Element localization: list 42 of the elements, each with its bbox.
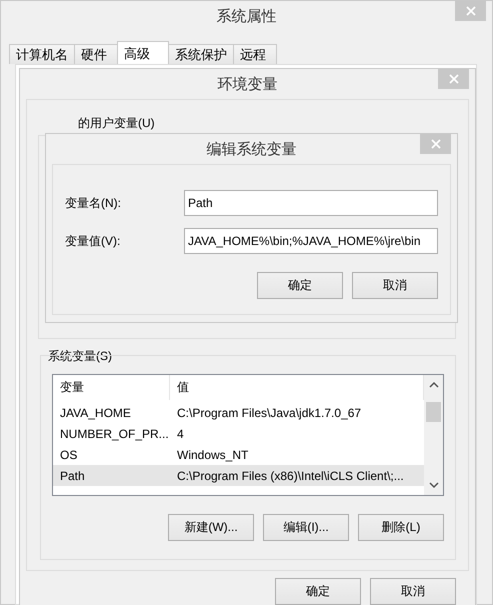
dialog-button[interactable]: 取消 bbox=[352, 272, 438, 299]
window-title: 系统属性 bbox=[216, 6, 276, 26]
scrollbar-thumb[interactable] bbox=[426, 402, 441, 422]
field-label: 变量名(N): bbox=[65, 194, 121, 212]
list-row[interactable]: JAVA_HOME C:\Program Files\Java\jdk1.7.0_67 bbox=[53, 402, 424, 423]
tab[interactable]: 硬件 bbox=[74, 44, 118, 64]
close-button[interactable] bbox=[455, 1, 486, 21]
table-cell-text: Windows_NT bbox=[176, 448, 250, 462]
table-cell-text: NUMBER_OF_PR... bbox=[59, 426, 170, 440]
field-label: 变量值(V): bbox=[65, 232, 120, 250]
dialog-title: 编辑系统变量 bbox=[206, 140, 296, 158]
table-cell-text: C:\Program Files (x86)\Intel\iCLS Client\;... bbox=[176, 468, 405, 482]
close-button[interactable] bbox=[420, 134, 451, 154]
chevron-up-icon[interactable] bbox=[428, 381, 438, 388]
list-row[interactable]: NUMBER_OF_PR... 4 bbox=[53, 423, 424, 444]
close-button[interactable] bbox=[438, 69, 469, 89]
list-row[interactable]: Path C:\Program Files (x86)\Intel\iCLS Client\;... bbox=[53, 465, 424, 486]
table-cell-text: Path bbox=[59, 468, 86, 482]
table-cell-text: OS bbox=[59, 448, 78, 462]
close-icon bbox=[448, 74, 458, 84]
close-icon bbox=[430, 139, 440, 149]
tab[interactable]: 高级 bbox=[117, 41, 169, 64]
dialog-button[interactable]: 确定 bbox=[275, 578, 361, 605]
input-field[interactable]: JAVA_HOME%\bin;%JAVA_HOME%\jre\bin bbox=[184, 228, 438, 254]
chevron-down-icon[interactable] bbox=[428, 482, 438, 489]
input-field[interactable]: Path bbox=[184, 190, 438, 216]
list-row[interactable]: OS Windows_NT bbox=[53, 444, 424, 465]
tab[interactable]: 计算机名 bbox=[9, 44, 75, 64]
scrollbar[interactable] bbox=[424, 375, 443, 495]
table-cell-text: JAVA_HOME bbox=[59, 406, 132, 420]
action-button[interactable]: 删除(L) bbox=[358, 514, 444, 541]
action-button[interactable]: 编辑(I)... bbox=[263, 514, 349, 541]
tab[interactable]: 远程 bbox=[233, 44, 277, 64]
tab[interactable]: 系统保护 bbox=[168, 44, 234, 64]
close-icon bbox=[466, 6, 476, 16]
group-label: 的用户变量(U) bbox=[78, 115, 155, 132]
dialog-button[interactable]: 确定 bbox=[257, 272, 343, 299]
table-cell-text: C:\Program Files\Java\jdk1.7.0_67 bbox=[176, 406, 362, 420]
action-button[interactable]: 新建(W)... bbox=[168, 514, 254, 541]
dialog-title: 环境变量 bbox=[218, 74, 278, 94]
table-cell-text: 4 bbox=[176, 426, 185, 440]
dialog-button[interactable]: 取消 bbox=[370, 578, 456, 605]
